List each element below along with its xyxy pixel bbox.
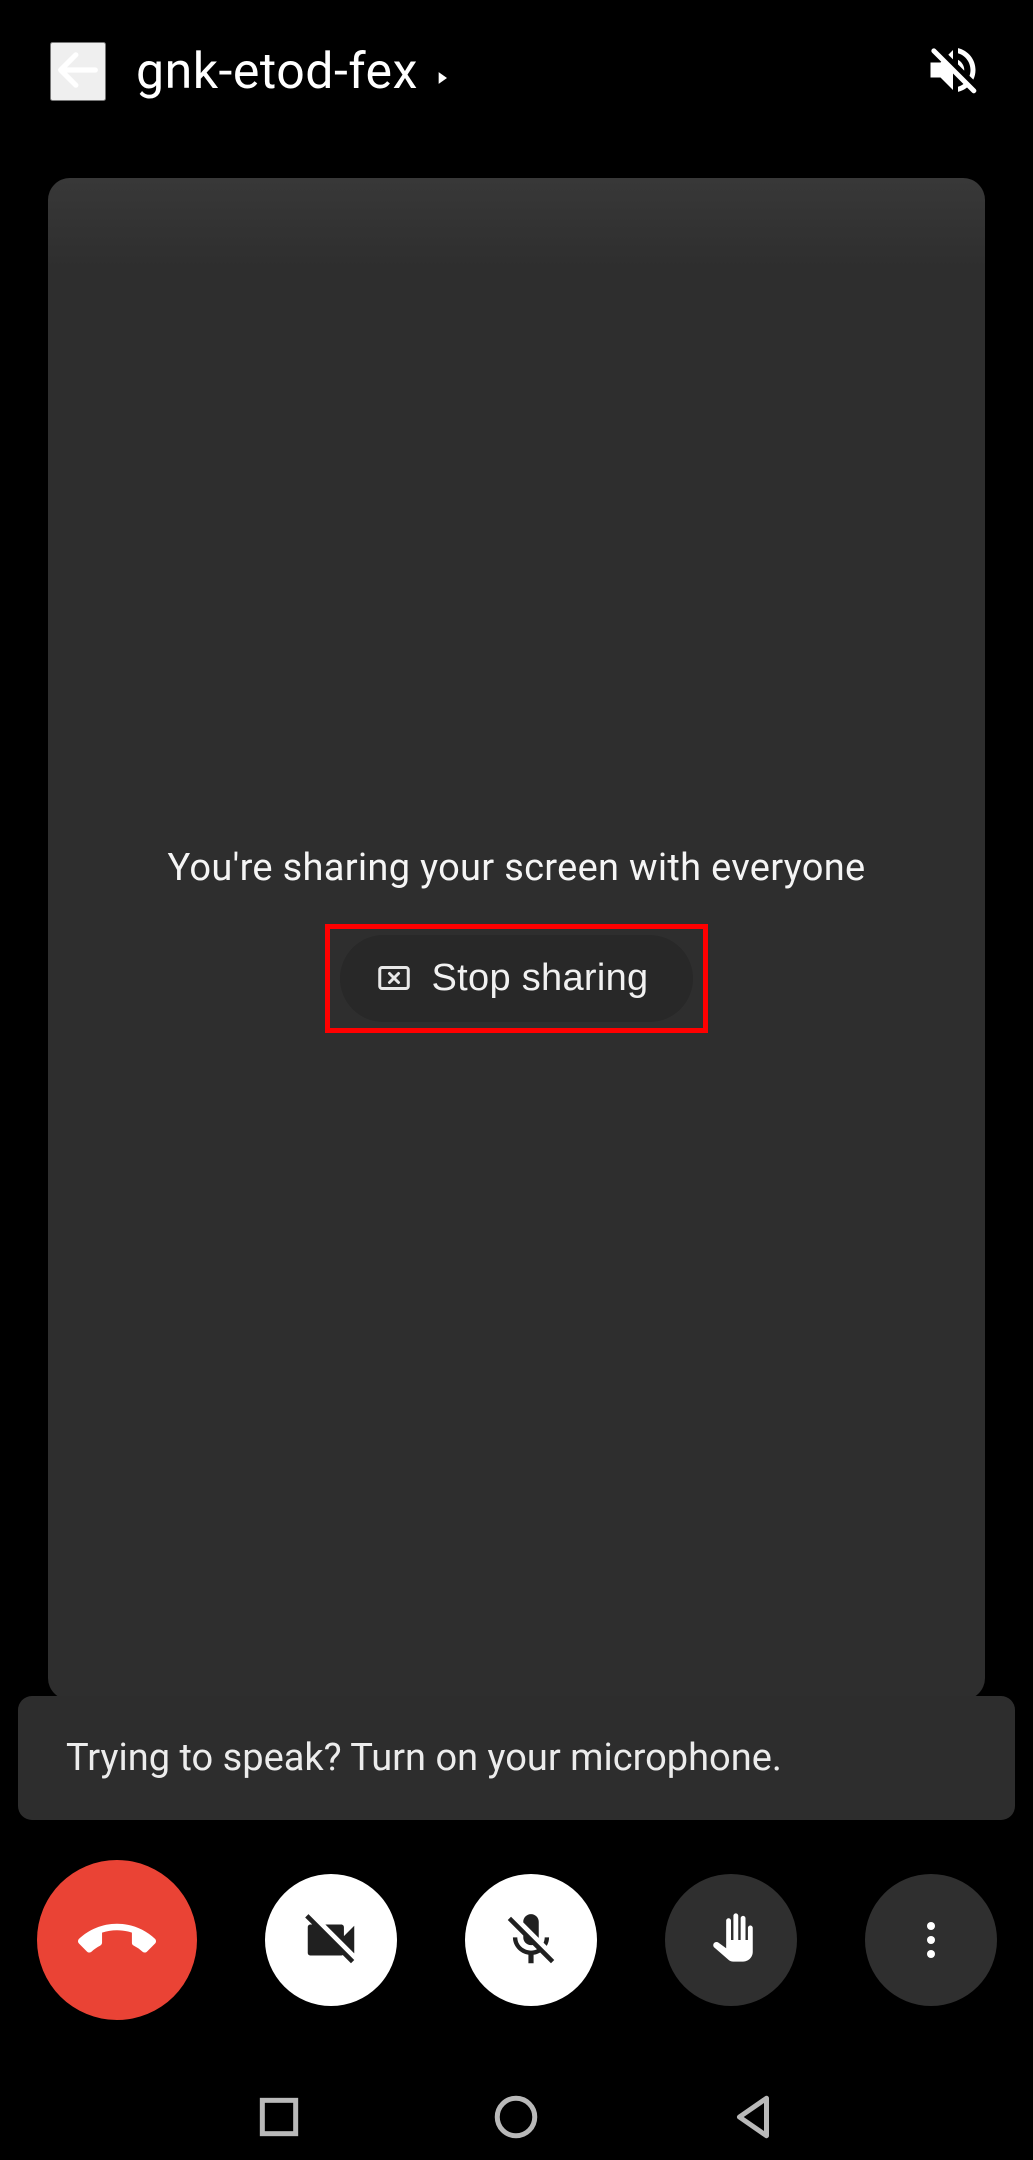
- highlight-box: Stop sharing: [325, 924, 709, 1033]
- triangle-left-icon: [729, 2092, 779, 2142]
- stop-sharing-label: Stop sharing: [432, 957, 649, 1000]
- stop-sharing-button[interactable]: Stop sharing: [340, 935, 694, 1022]
- mic-hint-text: Trying to speak? Turn on your microphone…: [66, 1736, 967, 1780]
- android-nav-bar: [0, 2092, 1033, 2142]
- presentation-tile: You're sharing your screen with everyone…: [48, 178, 985, 1700]
- caret-right-icon: [432, 43, 452, 101]
- mic-off-icon: [500, 1909, 562, 1971]
- stop-screen-share-icon: [376, 960, 412, 996]
- speaker-toggle-button[interactable]: [923, 40, 983, 103]
- volume-off-icon: [923, 40, 983, 100]
- more-vert-icon: [907, 1916, 955, 1964]
- arrow-left-icon: [52, 44, 104, 96]
- mic-hint-toast[interactable]: Trying to speak? Turn on your microphone…: [18, 1696, 1015, 1820]
- more-options-button[interactable]: [865, 1874, 997, 2006]
- end-call-button[interactable]: [37, 1860, 197, 2020]
- call-end-icon: [78, 1901, 156, 1979]
- meeting-code[interactable]: gnk-etod-fex: [136, 43, 452, 101]
- mic-toggle-button[interactable]: [465, 1874, 597, 2006]
- camera-toggle-button[interactable]: [265, 1874, 397, 2006]
- sharing-message: You're sharing your screen with everyone: [168, 846, 866, 890]
- hand-icon: [702, 1911, 760, 1969]
- meeting-code-label: gnk-etod-fex: [136, 43, 418, 101]
- nav-recent-button[interactable]: [254, 2092, 304, 2142]
- header: gnk-etod-fex: [0, 0, 1033, 128]
- videocam-off-icon: [300, 1909, 362, 1971]
- call-controls: [0, 1860, 1033, 2020]
- nav-back-button[interactable]: [729, 2092, 779, 2142]
- back-button[interactable]: [50, 42, 106, 101]
- square-icon: [254, 2092, 304, 2142]
- circle-icon: [491, 2092, 541, 2142]
- nav-home-button[interactable]: [491, 2092, 541, 2142]
- raise-hand-button[interactable]: [665, 1874, 797, 2006]
